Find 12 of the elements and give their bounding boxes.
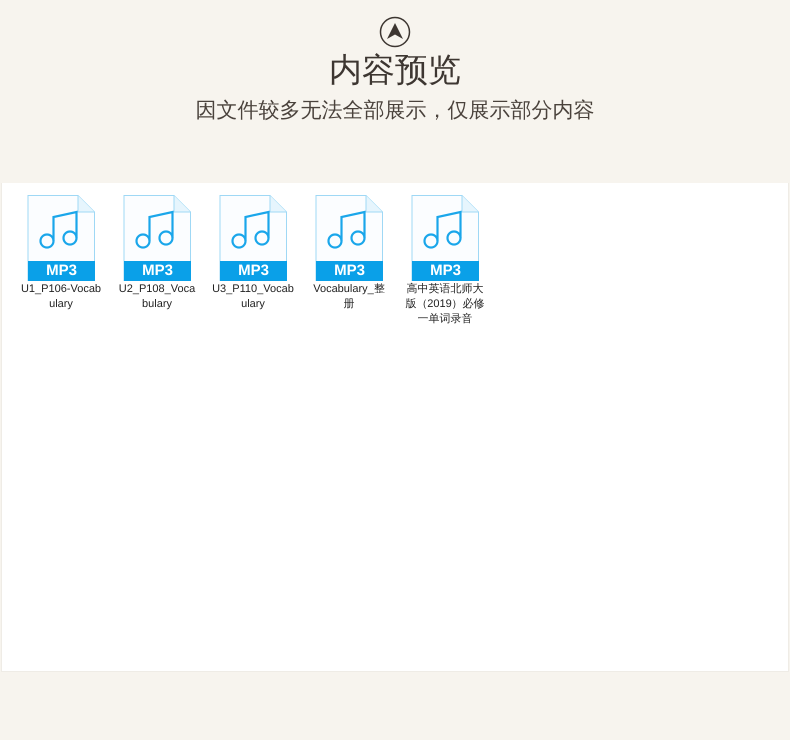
file-type-label: MP3 xyxy=(412,261,479,281)
section-subtitle: 因文件较多无法全部展示，仅展示部分内容 xyxy=(196,97,594,124)
file-type-label: MP3 xyxy=(316,261,383,281)
file-name[interactable]: Vocabulary_整册 xyxy=(308,282,390,312)
file-type-label: MP3 xyxy=(28,261,95,281)
file-name[interactable]: U1_P106-Vocabulary xyxy=(20,282,102,312)
file-name[interactable]: 高中英语北师大版（2019）必修一单词录音 xyxy=(404,282,486,327)
file-type-label: MP3 xyxy=(124,261,191,281)
section-title: 内容预览 xyxy=(329,50,461,90)
file-name[interactable]: U2_P108_Vocabulary xyxy=(116,282,198,312)
file-type-label: MP3 xyxy=(220,261,287,281)
file-name[interactable]: U3_P110_Vocabulary xyxy=(212,282,294,312)
